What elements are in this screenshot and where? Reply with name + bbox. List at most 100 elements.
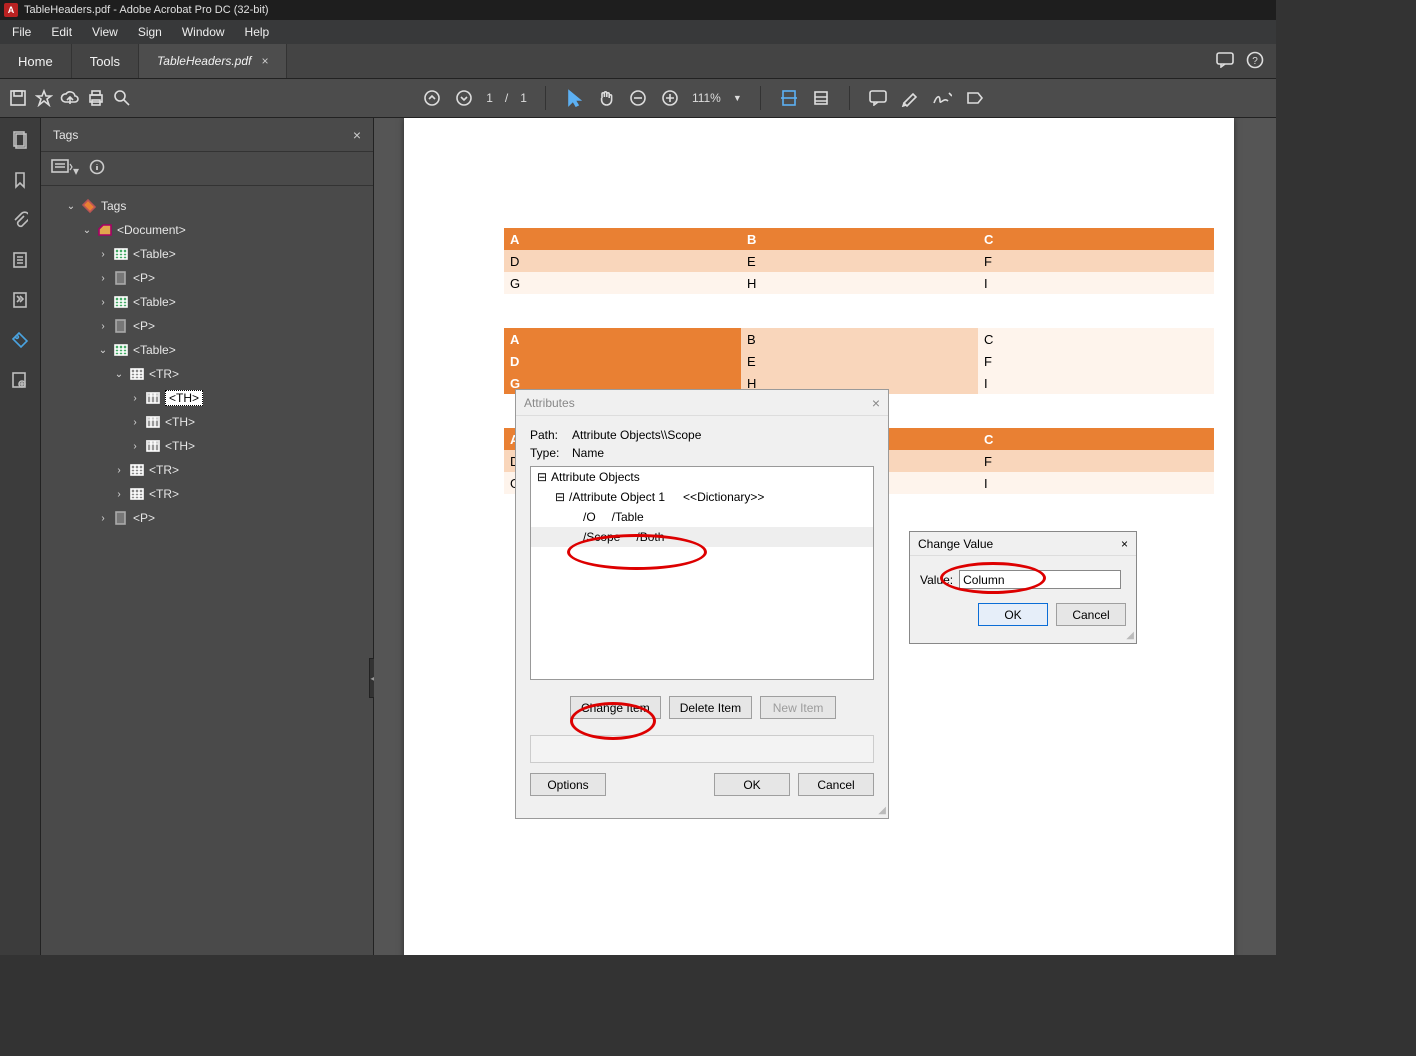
- panel-options-icon[interactable]: ▾: [51, 159, 79, 178]
- highlight-icon[interactable]: [900, 88, 920, 108]
- attr-scope-val: /Both: [636, 530, 664, 544]
- attr-ok-button[interactable]: OK: [714, 773, 790, 796]
- page-down-icon[interactable]: [454, 88, 474, 108]
- menu-sign[interactable]: Sign: [130, 22, 170, 42]
- t3-r0c2: C: [978, 428, 1214, 450]
- page-divider: /: [505, 91, 508, 105]
- t3-r2c2: I: [978, 472, 1214, 494]
- hand-icon[interactable]: [596, 88, 616, 108]
- t1-r0c0: A: [504, 228, 741, 250]
- menu-file[interactable]: File: [4, 22, 39, 42]
- attr-tree-root[interactable]: ⊟Attribute Objects: [531, 467, 873, 487]
- zoom-in-icon[interactable]: [660, 88, 680, 108]
- t1-r2c0: G: [504, 272, 741, 294]
- attributes-dialog-title: Attributes: [524, 396, 575, 410]
- tags-icon[interactable]: [10, 330, 30, 350]
- tree-p-3-label: <P>: [133, 511, 155, 525]
- comment-bubble-icon[interactable]: [1216, 52, 1234, 71]
- zoom-dropdown-icon[interactable]: ▼: [733, 93, 742, 103]
- attributes-dialog-close-button[interactable]: ×: [872, 395, 880, 411]
- main-toolbar: 1 / 1 111% ▼: [0, 78, 1276, 118]
- tree-table-1[interactable]: › <Table>: [47, 242, 367, 266]
- tree-table-1-label: <Table>: [133, 247, 176, 261]
- tree-table-3[interactable]: ⌄ <Table>: [47, 338, 367, 362]
- tree-tr-1[interactable]: ⌄ <TR>: [47, 362, 367, 386]
- tree-tr-2[interactable]: › <TR>: [47, 458, 367, 482]
- tree-root-label: Tags: [101, 199, 126, 213]
- tree-document[interactable]: ⌄ <Document>: [47, 218, 367, 242]
- thumbnails-icon[interactable]: [10, 130, 30, 150]
- fit-width-icon[interactable]: [779, 88, 799, 108]
- delete-item-button[interactable]: Delete Item: [669, 696, 752, 719]
- t2-r0c1: B: [741, 328, 978, 350]
- menu-help[interactable]: Help: [237, 22, 278, 42]
- tab-tools[interactable]: Tools: [72, 44, 139, 78]
- t2-r1c1: E: [741, 350, 978, 372]
- note-icon[interactable]: [868, 88, 888, 108]
- cloud-icon[interactable]: [60, 88, 80, 108]
- value-label: Value:: [920, 573, 953, 587]
- cv-resize-grip[interactable]: ◢: [1126, 630, 1134, 641]
- tree-root[interactable]: ⌄ Tags: [47, 194, 367, 218]
- attr-tree-object[interactable]: ⊟/Attribute Object 1<<Dictionary>>: [531, 487, 873, 507]
- menu-view[interactable]: View: [84, 22, 126, 42]
- t1-r2c2: I: [978, 272, 1214, 294]
- zoom-value[interactable]: 111%: [692, 91, 721, 105]
- tags-tree[interactable]: ⌄ Tags ⌄ <Document> › <Table> › <P> ›: [41, 186, 373, 955]
- options-button[interactable]: Options: [530, 773, 606, 796]
- t1-r2c1: H: [741, 272, 978, 294]
- attr-resize-grip[interactable]: ◢: [878, 805, 886, 816]
- change-value-close-button[interactable]: ×: [1121, 537, 1128, 551]
- print-icon[interactable]: [86, 88, 106, 108]
- menubar: File Edit View Sign Window Help: [0, 20, 1276, 44]
- accessibility-icon[interactable]: [10, 370, 30, 390]
- tree-th-2[interactable]: › <TH>: [47, 410, 367, 434]
- bookmarks-icon[interactable]: [10, 170, 30, 190]
- doc-table-1: ABC DEF GHI: [504, 228, 1214, 294]
- fit-page-icon[interactable]: [811, 88, 831, 108]
- attr-tree-scope[interactable]: /Scope/Both: [531, 527, 873, 547]
- search-icon[interactable]: [112, 88, 132, 108]
- page-up-icon[interactable]: [422, 88, 442, 108]
- tab-document-label: TableHeaders.pdf: [157, 54, 251, 68]
- tree-tr-3-label: <TR>: [149, 487, 179, 501]
- cv-ok-button[interactable]: OK: [978, 603, 1048, 626]
- change-item-button[interactable]: Change Item: [570, 696, 661, 719]
- page-current[interactable]: 1: [486, 91, 493, 105]
- cv-cancel-button[interactable]: Cancel: [1056, 603, 1126, 626]
- tree-th-1[interactable]: › <TH>: [47, 386, 367, 410]
- tree-tr-2-label: <TR>: [149, 463, 179, 477]
- tree-th-3[interactable]: › <TH>: [47, 434, 367, 458]
- tab-home[interactable]: Home: [0, 44, 72, 78]
- tree-table-2[interactable]: › <Table>: [47, 290, 367, 314]
- tab-document[interactable]: TableHeaders.pdf ×: [139, 44, 287, 78]
- tab-close-button[interactable]: ×: [261, 54, 268, 68]
- zoom-out-icon[interactable]: [628, 88, 648, 108]
- value-input[interactable]: [959, 570, 1121, 589]
- help-icon[interactable]: ?: [1246, 51, 1264, 72]
- tree-p-2[interactable]: › <P>: [47, 314, 367, 338]
- tree-p-1[interactable]: › <P>: [47, 266, 367, 290]
- pointer-icon[interactable]: [564, 88, 584, 108]
- attachments-icon[interactable]: [10, 210, 30, 230]
- panel-info-icon[interactable]: [89, 159, 105, 178]
- attr-cancel-button[interactable]: Cancel: [798, 773, 874, 796]
- star-icon[interactable]: [34, 88, 54, 108]
- sign-icon[interactable]: [932, 88, 952, 108]
- attr-blank-row: [530, 735, 874, 763]
- menu-edit[interactable]: Edit: [43, 22, 80, 42]
- attributes-listbox[interactable]: ⊟Attribute Objects ⊟/Attribute Object 1<…: [530, 466, 874, 680]
- tree-p-3[interactable]: › <P>: [47, 506, 367, 530]
- change-value-title: Change Value: [918, 537, 993, 551]
- menu-window[interactable]: Window: [174, 22, 233, 42]
- attr-tree-o[interactable]: /O/Table: [531, 507, 873, 527]
- t1-r1c0: D: [504, 250, 741, 272]
- content-icon[interactable]: [10, 250, 30, 270]
- stamp-icon[interactable]: [964, 88, 984, 108]
- tree-p-2-label: <P>: [133, 319, 155, 333]
- save-icon[interactable]: [8, 88, 28, 108]
- panel-close-button[interactable]: ×: [353, 127, 361, 143]
- t1-r1c1: E: [741, 250, 978, 272]
- order-icon[interactable]: [10, 290, 30, 310]
- tree-tr-3[interactable]: › <TR>: [47, 482, 367, 506]
